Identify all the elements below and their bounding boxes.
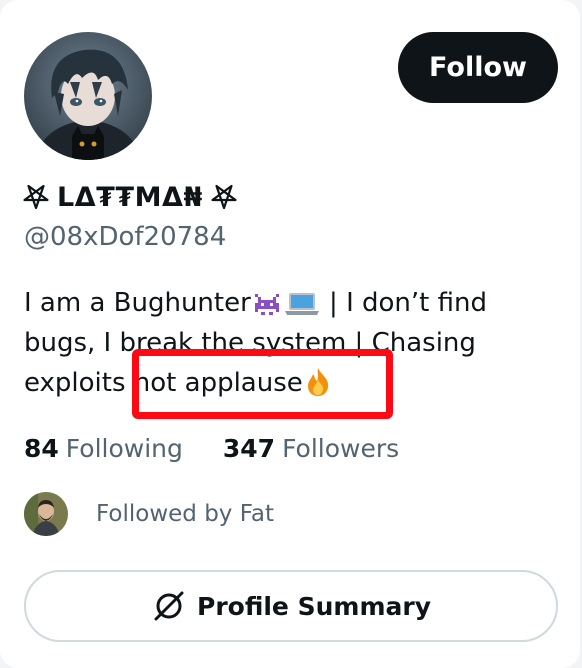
following-label: Following: [65, 433, 183, 463]
bio-text: | I don’t find: [320, 288, 487, 318]
bio-text: I am a Bughunter: [24, 288, 251, 318]
followers-count: 347: [222, 433, 276, 463]
fire-emoji-icon: [307, 368, 328, 396]
display-name-row[interactable]: LΔ₮₮MΔ₦: [22, 177, 238, 217]
follow-button[interactable]: Follow: [398, 32, 558, 103]
pentagram-icon: [211, 184, 237, 210]
bio-line-1: I am a Bughunter | I don’t find: [24, 283, 564, 323]
following-count: 84: [24, 433, 59, 463]
profile-hover-card: Follow LΔ₮₮MΔ₦ @08xDof20784 I am a Bughu…: [0, 0, 580, 668]
display-name: LΔ₮₮MΔ₦: [57, 181, 203, 213]
profile-summary-button[interactable]: Profile Summary: [24, 570, 558, 642]
bio-highlighted-text: not applause: [133, 368, 303, 398]
followers-link[interactable]: 347 Followers: [223, 434, 399, 463]
alien-monster-emoji-icon: [254, 294, 279, 315]
bio-line-2: bugs, I break the system | Chasing: [24, 328, 476, 358]
follow-stats: 84 Following 347 Followers: [24, 428, 399, 468]
pentagram-icon: [23, 184, 49, 210]
anime-boy-avatar-icon: [24, 32, 152, 160]
grok-icon: [154, 591, 184, 621]
profile-bio: I am a Bughunter | I don’t find bugs, I …: [24, 283, 564, 403]
user-handle[interactable]: @08xDof20784: [24, 222, 226, 252]
laptop-emoji-icon: [284, 293, 319, 315]
profile-summary-label: Profile Summary: [197, 591, 431, 621]
followed-by-row[interactable]: Followed by Fat: [24, 491, 274, 537]
following-link[interactable]: 84 Following: [24, 434, 183, 463]
follower-avatar: [24, 492, 68, 536]
followers-label: Followers: [282, 433, 400, 463]
profile-avatar[interactable]: [24, 32, 152, 160]
followed-by-text: Followed by Fat: [96, 501, 274, 527]
bio-line-3: exploits not applause: [24, 363, 564, 403]
bio-text: exploits: [24, 368, 134, 398]
follower-avatar-icon: [24, 492, 68, 536]
